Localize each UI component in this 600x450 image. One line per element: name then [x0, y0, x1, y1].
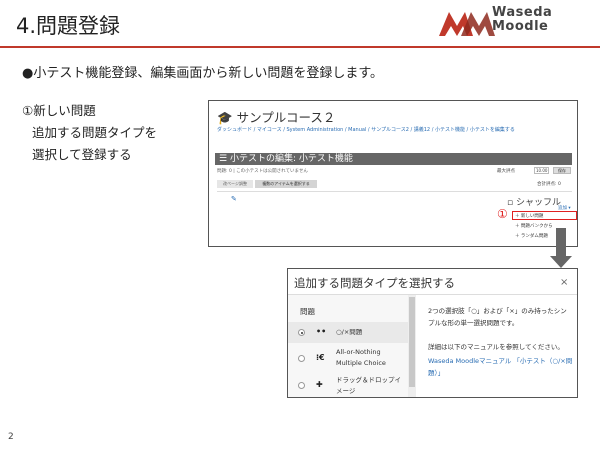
manual-link[interactable]: Waseda Moodleマニュアル 「小テスト（○/×問題）」 — [428, 355, 576, 379]
menu-item-random-question[interactable]: ＋ ランダム問題 — [515, 233, 548, 239]
shuffle-option[interactable]: ▫ シャッフル — [507, 195, 561, 208]
logo-line-2: Moodle — [492, 19, 549, 34]
radio-all-or-nothing[interactable] — [298, 355, 305, 362]
edit-header-title: ☰ 小テストの編集: 小テスト機能 — [219, 153, 353, 165]
drag-drop-icon: ✚ — [316, 380, 323, 389]
course-title-text: サンプルコース２ — [236, 110, 336, 125]
scrollbar-thumb[interactable] — [409, 297, 415, 387]
total-marks: 合計評点: 0 — [537, 182, 561, 187]
question-type-dialog: 追加する問題タイプを選択する × 問題 •• ○/×問題 ⁝€ All-or-N… — [287, 268, 578, 398]
arrow-head — [550, 256, 572, 268]
step-text-1: 追加する問題タイプを — [32, 125, 158, 140]
edit-header-bar: ☰ 小テストの編集: 小テスト機能 — [215, 153, 572, 165]
intro-bullet: ●小テスト機能登録、編集画面から新しい問題を登録します。 — [22, 66, 384, 81]
option-label-all-or-nothing[interactable]: All-or-Nothing Multiple Choice — [336, 347, 404, 369]
radio-drag-drop-image[interactable] — [298, 382, 305, 389]
repaginate-button[interactable]: 改ページ調整 — [217, 180, 253, 188]
breadcrumb[interactable]: ダッシュボード / マイコース / System Administration … — [217, 126, 515, 133]
section-divider — [217, 191, 572, 192]
question-type-description: 2つの選択肢「○」および「×」のみ持ったシンプルな形の単一選択問題です。 — [428, 307, 567, 327]
true-false-icon: •• — [316, 327, 327, 336]
title-divider — [0, 46, 600, 48]
mortarboard-icon: 🎓 — [217, 110, 233, 125]
page-number: 2 — [8, 432, 14, 442]
step-text-2: 選択して登録する — [32, 147, 132, 162]
close-icon[interactable]: × — [560, 277, 568, 288]
highlight-box — [512, 211, 577, 220]
logo-text: Waseda Moodle — [492, 6, 552, 34]
option-label-drag-drop-image[interactable]: ドラッグ＆ドロップイメージ — [336, 375, 404, 397]
course-title: 🎓 サンプルコース２ — [217, 107, 335, 126]
dialog-title: 追加する問題タイプを選択する — [294, 276, 455, 290]
shuffle-label: シャッフル — [515, 198, 561, 208]
help-text: 詳細は以下のマニュアルを参照してください。 — [428, 343, 564, 351]
select-multiple-button[interactable]: 複数のアイテムを選択する — [255, 180, 317, 188]
max-grade-label: 最大評点 — [497, 169, 515, 174]
menu-item-question-bank[interactable]: ＋ 問題バンクから — [515, 223, 553, 229]
edit-header-text: 小テストの編集: 小テスト機能 — [229, 154, 353, 164]
down-arrow-icon — [556, 228, 566, 258]
logo-line-1: Waseda — [492, 5, 553, 20]
multichoice-icon: ⁝€ — [316, 353, 325, 362]
menu-icon: ☰ — [219, 154, 228, 164]
max-grade-input[interactable]: 10.00 — [534, 167, 549, 174]
step-heading: ①新しい問題 — [22, 103, 96, 118]
quiz-status-note: 問題: 0 | この小テストは公開されていません — [217, 169, 308, 174]
slide-title: 4.問題登録 — [16, 14, 121, 38]
step-marker: ① — [497, 207, 508, 221]
radio-true-false[interactable] — [298, 329, 305, 336]
option-label-true-false[interactable]: ○/×問題 — [336, 327, 404, 338]
quiz-edit-screenshot: 🎓 サンプルコース２ ダッシュボード / マイコース / System Admi… — [208, 100, 578, 247]
question-list-header: 問題 — [300, 307, 315, 316]
save-button[interactable]: 保存 — [553, 167, 571, 174]
checkbox-icon[interactable]: ▫ — [507, 198, 513, 208]
pencil-icon[interactable]: ✎ — [231, 195, 237, 203]
